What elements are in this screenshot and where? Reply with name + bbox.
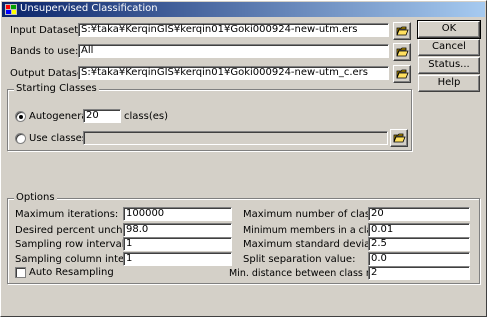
status-button-label: Status...: [428, 59, 470, 70]
folder-open-icon: [393, 133, 406, 143]
radio-selected-dot: [19, 115, 23, 119]
help-button-label: Help: [437, 77, 461, 88]
window-title: Unsupervised Classification: [20, 3, 158, 14]
sampling-row-label: Sampling row interval:: [15, 239, 128, 250]
options-title: Options: [14, 192, 57, 204]
split-separation-label: Split separation value:: [243, 254, 356, 265]
autogenerate-count-field[interactable]: 20: [83, 109, 121, 123]
autogenerate-radio[interactable]: [15, 111, 26, 122]
use-classes-field[interactable]: [83, 131, 388, 145]
auto-resampling-label: Auto Resampling: [29, 267, 114, 278]
dialog-window: Unsupervised Classification Input Datase…: [0, 0, 487, 317]
status-button[interactable]: Status...: [418, 57, 480, 74]
help-button[interactable]: Help: [418, 75, 480, 92]
max-std-dev-field[interactable]: 2.5: [368, 237, 470, 251]
max-classes-field[interactable]: 20: [368, 207, 470, 221]
min-members-field[interactable]: 0.01: [368, 223, 470, 237]
input-dataset-label: Input Dataset:: [10, 25, 82, 36]
split-separation-field[interactable]: 0.0: [368, 252, 470, 266]
max-iterations-label: Maximum iterations:: [15, 209, 119, 220]
min-distance-field[interactable]: 2: [368, 266, 470, 280]
input-dataset-field[interactable]: S:¥taka¥KerqinGIS¥kerqin01¥Goki000924-ne…: [78, 23, 389, 37]
use-classes-label: Use classes:: [29, 133, 91, 144]
output-dataset-browse-button[interactable]: [393, 65, 411, 83]
input-dataset-browse-button[interactable]: [393, 22, 411, 40]
app-icon: [5, 4, 17, 15]
bands-browse-button[interactable]: [393, 43, 411, 61]
sampling-row-field[interactable]: 1: [123, 237, 232, 251]
bands-to-use-label: Bands to use:: [10, 46, 79, 57]
folder-open-icon: [396, 69, 409, 79]
use-classes-browse-button[interactable]: [390, 129, 408, 147]
desired-percent-field[interactable]: 98.0: [123, 223, 232, 237]
use-classes-radio[interactable]: [15, 133, 26, 144]
auto-resampling-checkbox[interactable]: [15, 267, 26, 278]
classes-suffix-label: class(es): [124, 111, 168, 122]
folder-open-icon: [396, 26, 409, 36]
starting-classes-title: Starting Classes: [14, 83, 99, 95]
title-bar[interactable]: Unsupervised Classification: [2, 2, 485, 17]
cancel-button[interactable]: Cancel: [418, 39, 480, 56]
cancel-button-label: Cancel: [432, 41, 466, 52]
folder-open-icon: [396, 47, 409, 57]
ok-button[interactable]: OK: [417, 20, 481, 39]
max-iterations-field[interactable]: 100000: [123, 207, 232, 221]
output-dataset-field[interactable]: S:¥taka¥KerqinGIS¥kerqin01¥Goki000924-ne…: [78, 66, 389, 80]
bands-to-use-field[interactable]: All: [78, 44, 389, 58]
ok-button-label: OK: [441, 23, 457, 34]
sampling-column-field[interactable]: 1: [123, 252, 232, 266]
